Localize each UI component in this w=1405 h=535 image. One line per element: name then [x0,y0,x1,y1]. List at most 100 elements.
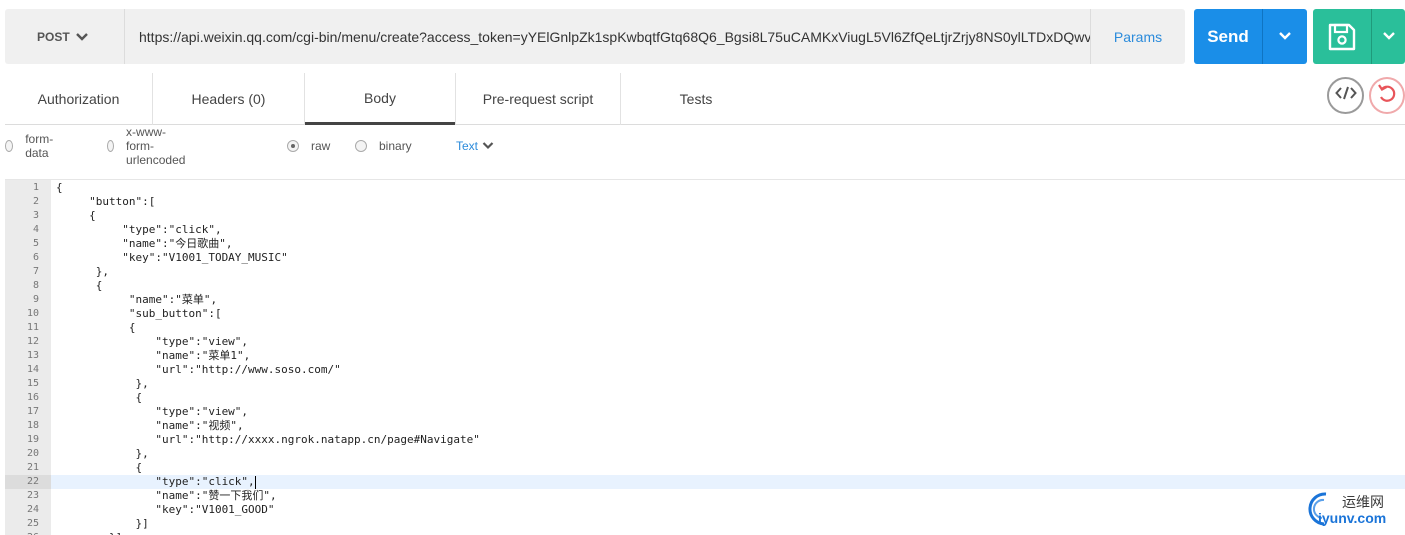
code-line: { [56,391,142,405]
radio-form-data[interactable]: form-data [5,132,57,160]
content-type-select[interactable]: Text [456,135,494,157]
code-line: "key":"V1001_TODAY_MUSIC" [56,251,288,265]
code-line: { [56,279,103,293]
params-label: Params [1113,28,1163,45]
tab-headers[interactable]: Headers (0) [153,73,305,125]
code-line: "url":"http://www.soso.com/" [56,363,341,377]
code-text: "type":"view", [56,335,249,348]
radio-button[interactable] [287,140,299,152]
code-text: "key":"V1001_GOOD" [56,503,275,516]
content-type-label: Text [456,139,479,153]
url-value: https://api.weixin.qq.com/cgi-bin/menu/c… [139,28,1090,45]
chevron-down-icon [1382,28,1396,46]
line-number: 25 [26,518,39,529]
code-text: "type":"view", [56,405,249,418]
code-text: }, [56,447,149,460]
line-number: 12 [26,336,39,347]
line-number: 1 [32,182,39,193]
undo-icon [1376,82,1398,109]
code-text: }, [56,265,109,278]
radio-binary[interactable]: binary [355,135,412,157]
code-line: "url":"http://xxxx.ngrok.natapp.cn/page#… [56,433,480,447]
line-number: 6 [32,252,39,263]
radio-raw[interactable]: raw [287,135,330,157]
send-dropdown-button[interactable] [1262,9,1307,64]
tab-authorization[interactable]: Authorization [5,73,153,125]
code-text: "name":"菜单1", [56,349,251,362]
line-number-gutter: 1 2 3 4 5 6 7 8 9 10 11 12 13 14 15 16 17 18 19 20 21 22 23 24 2… [5,180,51,535]
code-snippet-button[interactable] [1327,77,1364,114]
code-line: }, [56,377,148,391]
line-number: 17 [26,406,39,417]
code-line: { [56,209,96,223]
method-label: POST [37,29,70,44]
reset-button[interactable] [1369,77,1405,114]
line-number: 22 [5,475,51,489]
code-text: { [56,209,96,222]
code-line: }, [56,447,149,461]
code-text: "url":"http://www.soso.com/" [56,363,341,376]
code-text: "name":"菜单", [56,293,218,306]
tab-body[interactable]: Body [305,73,455,125]
tab-tests[interactable]: Tests [621,73,771,125]
radio-button[interactable] [5,140,14,152]
line-number: 2 [32,196,39,207]
line-number: 15 [26,378,39,389]
code-line: "name":"今日歌曲", [56,237,232,251]
line-number: 8 [32,280,39,291]
code-line: }] [56,517,148,531]
code-text: "name":"赞一下我们", [56,489,277,502]
line-number: 9 [32,294,39,305]
code-line: "button":[ [56,195,155,209]
chevron-down-icon [75,29,89,45]
code-text: { [56,461,143,474]
line-number: 18 [26,420,39,431]
line-number: 16 [26,392,39,403]
send-label: Send [1207,26,1249,46]
radio-label: form-data [25,132,54,160]
code-text: { [56,279,103,292]
line-number: 10 [26,308,39,319]
code-editor[interactable]: 1 2 3 4 5 6 7 8 9 10 11 12 13 14 15 16 17 18 19 20 21 22 23 24 2… [5,179,1405,535]
code-line: "sub_button":[ [56,307,222,321]
code-text: }] [56,531,122,535]
code-line: }, [56,265,109,279]
tab-pre-request-script[interactable]: Pre-request script [455,73,621,125]
line-number: 11 [26,322,39,333]
tab-label: Headers (0) [191,91,266,107]
radio-button[interactable] [355,140,367,152]
code-line: "type":"click", [56,223,222,237]
code-line: "type":"click", [56,475,256,489]
save-button[interactable] [1313,9,1405,64]
code-text: "name":"视频", [56,419,244,432]
params-button[interactable]: Params [1090,9,1185,64]
code-text: { [56,391,143,404]
code-line: { [56,181,63,195]
code-line: "type":"view", [56,335,248,349]
code-line: "type":"view", [56,405,248,419]
watermark-text-bottom: iyunv.com [1318,510,1387,526]
url-input[interactable]: https://api.weixin.qq.com/cgi-bin/menu/c… [125,9,1090,64]
chevron-down-icon [482,139,494,153]
radio-button[interactable] [107,140,115,152]
code-icon [1334,85,1357,106]
code-line: "name":"菜单", [56,293,217,307]
watermark-logo: 运维网 iyunv.com [1300,488,1405,530]
tab-label: Pre-request script [482,91,594,107]
save-dropdown-button[interactable] [1371,9,1405,64]
radio-x-www-form-urlencoded[interactable]: x-www-form-urlencoded [107,125,190,167]
request-bar: POST https://api.weixin.qq.com/cgi-bin/m… [5,9,1185,64]
line-number: 20 [26,448,39,459]
send-button[interactable]: Send [1194,9,1307,64]
code-line: }] [56,531,122,535]
code-text: "type":"click", [56,223,222,236]
line-number: 24 [26,504,39,515]
chevron-down-icon [1278,28,1292,46]
line-number: 13 [26,350,39,361]
floppy-disk-icon [1313,21,1371,53]
method-select[interactable]: POST [5,9,125,64]
code-text: "name":"今日歌曲", [56,237,233,250]
line-number: 23 [26,490,39,501]
code-line: "name":"赞一下我们", [56,489,277,503]
code-line: { [56,461,142,475]
